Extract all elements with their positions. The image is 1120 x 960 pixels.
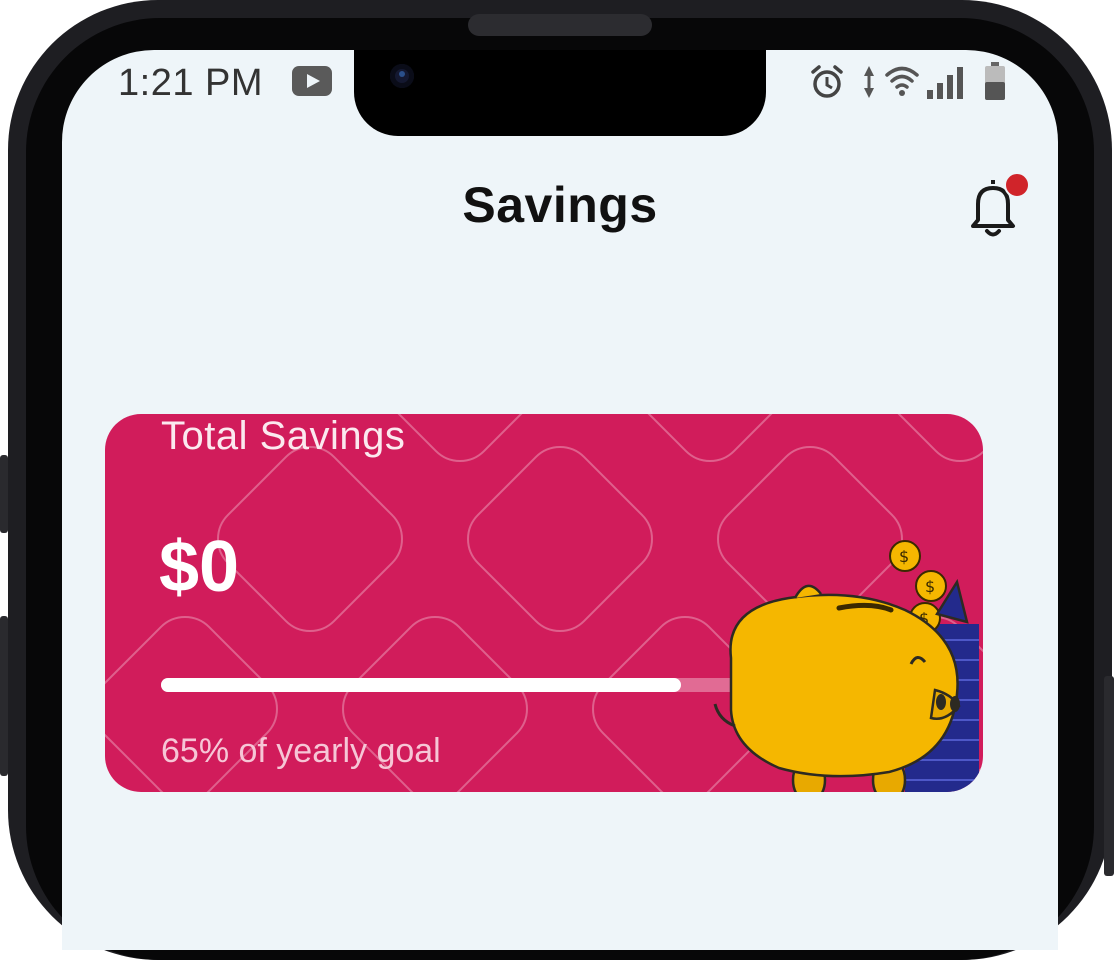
side-button [0,455,8,533]
progress-fill [161,678,681,692]
status-time: 1:21 PM [118,62,264,104]
wifi-icon [885,66,919,96]
side-button [1104,676,1114,876]
total-savings-card[interactable]: Total Savings $0 65% of yearly goal $ $ … [105,414,983,792]
goal-progress-text: 65% of yearly goal [161,732,441,770]
card-label: Total Savings [161,414,406,458]
data-arrows-icon [864,66,874,98]
battery-icon [985,62,1005,100]
alarm-icon [811,65,843,98]
notification-badge [1004,172,1030,198]
piggy-bank-illustration: $ $ $ [713,540,979,792]
notch [354,50,766,136]
savings-amount: $0 [159,527,240,607]
page-title: Savings [462,177,658,233]
youtube-icon [292,66,332,96]
side-button [0,616,8,776]
app-screen: 1:21 PM Savings Total Savings $0 65% of … [62,50,1058,950]
front-camera [390,64,414,88]
signal-icon [927,67,963,99]
svg-text:$: $ [899,547,909,566]
earpiece-speaker [468,14,652,36]
svg-text:$: $ [925,577,935,596]
